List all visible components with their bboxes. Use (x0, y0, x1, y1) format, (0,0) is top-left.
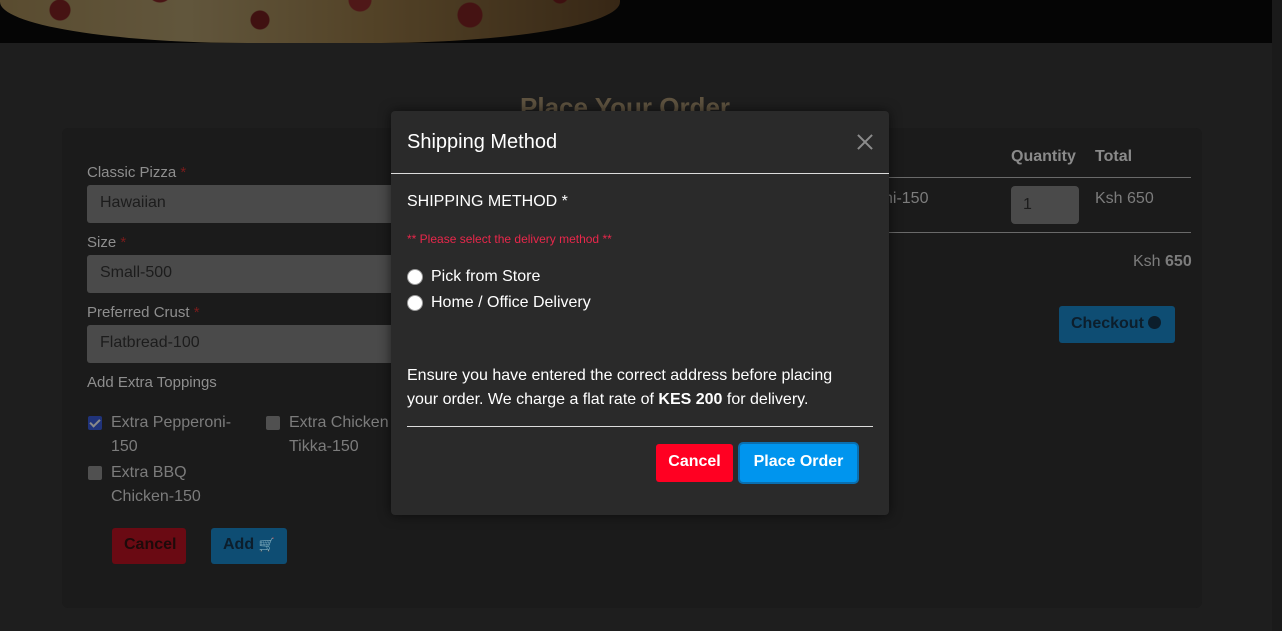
place-order-button[interactable]: Place Order (740, 444, 857, 482)
cart-header-quantity: Quantity (1011, 148, 1076, 165)
note-rate: KES 200 (658, 391, 723, 408)
topping-label-line: Chicken-150 (111, 488, 201, 505)
size-select[interactable]: Small-500 (87, 255, 397, 293)
cart-header-total: Total (1095, 148, 1133, 165)
crust-select[interactable]: Flatbread-100 (87, 325, 397, 363)
checkout-button[interactable]: Checkout (1059, 306, 1175, 343)
cart-divider (880, 232, 1191, 233)
classic-pizza-select[interactable]: Hawaiian (87, 185, 397, 223)
topping-checkbox-chicken-tikka[interactable] (266, 416, 280, 430)
required-mark: * (120, 234, 127, 251)
topping-label-line: Extra Chicken (289, 414, 389, 431)
modal-footer-divider (407, 426, 873, 427)
topping-checkbox-pepperoni[interactable] (88, 416, 102, 430)
radio-button[interactable] (407, 269, 423, 285)
topping-label-line: 150 (111, 438, 138, 455)
classic-pizza-label: Classic Pizza * (87, 164, 186, 181)
quantity-input[interactable]: 1 (1011, 186, 1079, 224)
grand-total: Ksh 650 (1133, 253, 1192, 271)
crust-label-text: Preferred Crust (87, 304, 190, 321)
cart-icon: 🛒 (258, 537, 275, 552)
cart-divider (880, 177, 1191, 178)
modal-header-divider (391, 173, 889, 174)
arrow-circle-right-icon (1147, 316, 1161, 329)
radio-home-office-delivery[interactable]: Home / Office Delivery (407, 293, 591, 313)
topping-label-line: Tikka-150 (289, 438, 359, 455)
cancel-button[interactable]: Cancel (656, 444, 733, 482)
add-button-label: Add (223, 536, 255, 553)
topping-checkbox-bbq-chicken[interactable] (88, 466, 102, 480)
checkout-label: Checkout (1071, 315, 1144, 332)
radio-button[interactable] (407, 295, 423, 311)
topping-label-pepperoni: Extra Pepperoni- 150 (111, 411, 231, 459)
form-cancel-button[interactable]: Cancel (112, 528, 186, 564)
add-to-cart-button[interactable]: Add 🛒 (211, 528, 287, 564)
topping-label-line: Extra BBQ (111, 464, 187, 481)
cart-item-total: Ksh 650 (1095, 190, 1154, 207)
radio-pick-from-store[interactable]: Pick from Store (407, 267, 540, 287)
shipping-method-modal: Shipping Method SHIPPING METHOD * ** Ple… (391, 111, 889, 515)
grand-total-prefix: Ksh (1133, 253, 1161, 270)
close-icon[interactable] (855, 132, 875, 152)
cart-item-name: ni-150 (884, 190, 929, 207)
toppings-label: Add Extra Toppings (87, 374, 217, 391)
size-label: Size * (87, 234, 126, 251)
shipping-method-label: SHIPPING METHOD * (407, 193, 568, 210)
size-label-text: Size (87, 234, 117, 251)
modal-title: Shipping Method (407, 131, 558, 153)
required-mark: * (193, 304, 200, 321)
topping-label-bbq-chicken: Extra BBQ Chicken-150 (111, 461, 201, 509)
radio-label: Pick from Store (431, 268, 541, 285)
validation-warning: ** Please select the delivery method ** (407, 232, 612, 246)
topping-label-chicken-tikka: Extra Chicken Tikka-150 (289, 411, 389, 459)
grand-total-value: 650 (1165, 253, 1192, 270)
topping-label-line: Extra Pepperoni- (111, 414, 232, 431)
crust-label: Preferred Crust * (87, 304, 200, 321)
required-mark: * (180, 164, 187, 181)
delivery-note: Ensure you have entered the correct addr… (407, 364, 867, 412)
note-text: for delivery. (726, 391, 809, 408)
radio-label: Home / Office Delivery (431, 294, 591, 311)
classic-pizza-label-text: Classic Pizza (87, 164, 177, 181)
